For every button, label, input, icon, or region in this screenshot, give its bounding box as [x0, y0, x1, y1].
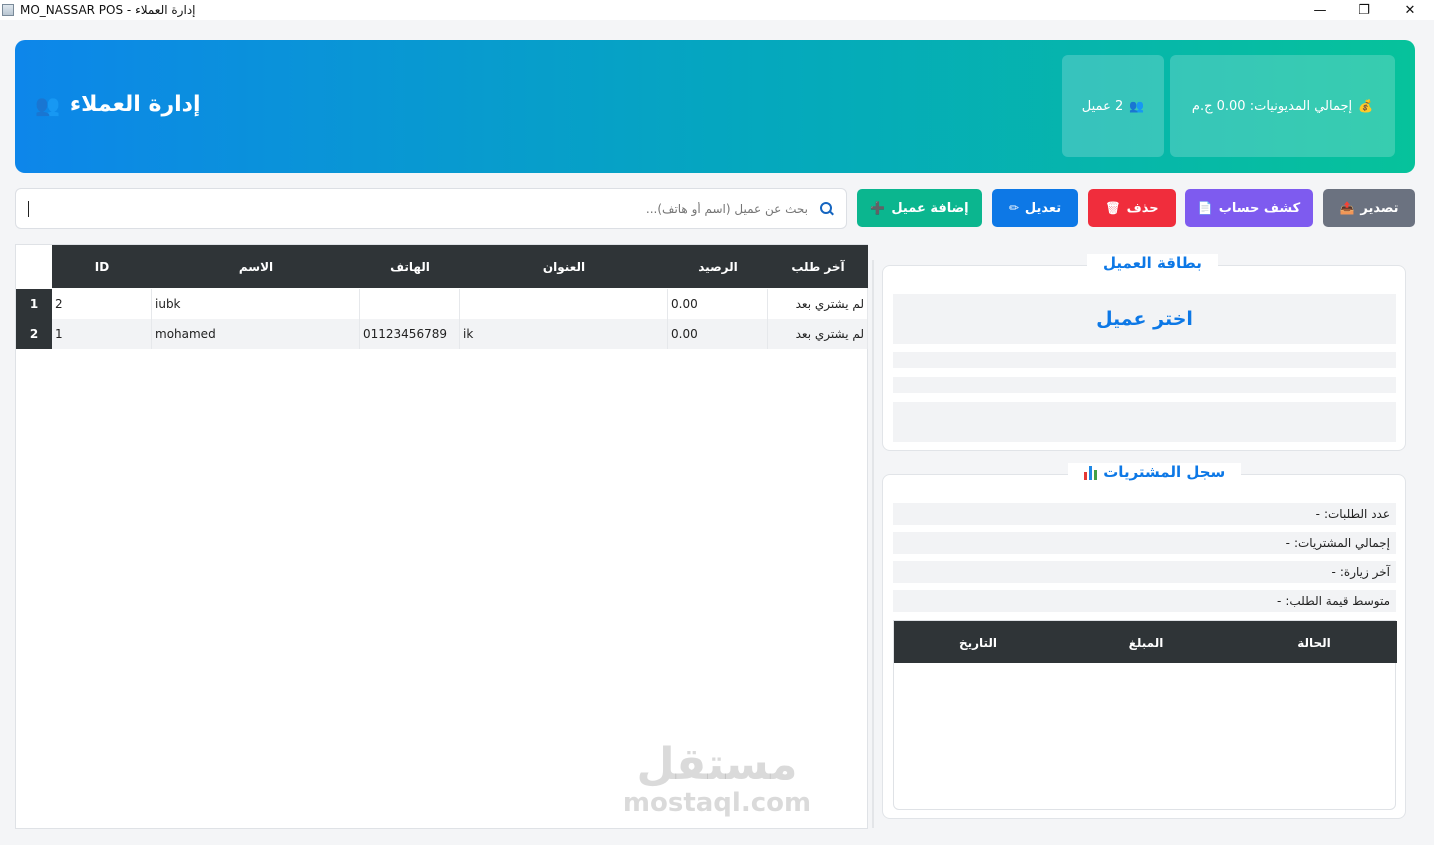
trash-icon: 🗑: [1105, 201, 1121, 215]
column-header-status[interactable]: الحالة: [1230, 621, 1398, 664]
last-visit-line: آخر زيارة: -: [893, 561, 1396, 583]
column-header-address[interactable]: العنوان: [460, 245, 668, 288]
edit-label: تعديل: [1024, 200, 1062, 216]
column-header-amount[interactable]: المبلغ: [1062, 621, 1230, 664]
outbox-icon: 📤: [1339, 201, 1355, 215]
money-bag-icon: 💰: [1358, 99, 1374, 113]
stat-value: -: [1285, 536, 1290, 550]
watermark-arabic: مستقل: [636, 739, 798, 790]
watermark-english: mostaql.com: [622, 788, 812, 818]
users-icon: 👥: [35, 92, 60, 117]
column-header-balance[interactable]: الرصيد: [668, 245, 768, 288]
total-debt-label: إجمالي المديونيات: 0.00 ج.م: [1191, 98, 1353, 114]
row-number[interactable]: 1: [16, 289, 52, 319]
column-header-name[interactable]: الاسم: [152, 245, 360, 288]
cell-address: ik: [460, 319, 668, 349]
client-card-title: بطاقة العميل: [1087, 254, 1218, 272]
purchase-history-table[interactable]: التاريخ المبلغ الحالة: [893, 620, 1397, 810]
users-icon: 👥: [1129, 99, 1145, 113]
close-button[interactable]: ✕: [1388, 0, 1432, 20]
cell-name: mohamed: [152, 319, 360, 349]
app-icon: [2, 4, 14, 16]
bar-chart-icon: [1084, 465, 1098, 480]
cell-phone: [360, 289, 460, 319]
column-header-id[interactable]: ID: [52, 245, 152, 288]
column-header-phone[interactable]: الهاتف: [360, 245, 460, 288]
client-info-line: [893, 352, 1396, 368]
plus-icon: ➕: [870, 201, 886, 215]
cell-phone: 01123456789: [360, 319, 460, 349]
column-header-last-order[interactable]: آخر طلب: [768, 245, 868, 288]
window-titlebar: MO_NASSAR POS - إدارة العملاء — ❐ ✕: [0, 0, 1434, 20]
maximize-button[interactable]: ❐: [1342, 0, 1386, 20]
watermark: مستقل mostaql.com: [612, 739, 822, 819]
cell-id: 2: [52, 289, 152, 319]
page-header: 👥 إدارة العملاء 2 عميل 👥 إجمالي المديوني…: [15, 40, 1415, 173]
client-card: بطاقة العميل اختر عميل: [882, 254, 1406, 451]
edit-button[interactable]: ✏ تعديل: [992, 189, 1078, 227]
stat-value: -: [1331, 565, 1336, 579]
client-notes-box: [893, 402, 1396, 442]
table-row[interactable]: 2 iubk 0.00 لم يشتري بعد: [52, 289, 868, 319]
total-debt-badge: إجمالي المديونيات: 0.00 ج.م 💰: [1170, 55, 1395, 157]
stat-label: آخر زيارة:: [1339, 565, 1390, 579]
customer-count-label: 2 عميل: [1081, 98, 1124, 114]
stat-value: -: [1315, 507, 1320, 521]
client-info-line: [893, 377, 1396, 393]
history-table-header: التاريخ المبلغ الحالة: [894, 621, 1397, 663]
document-icon: 📄: [1197, 201, 1213, 215]
table-row[interactable]: 1 mohamed 01123456789 ik 0.00 لم يشتري ب…: [52, 319, 868, 349]
total-purchases-line: إجمالي المشتريات: -: [893, 532, 1396, 554]
cell-last-order: لم يشتري بعد: [768, 319, 868, 349]
table-header: ID الاسم الهاتف العنوان الرصيد آخر طلب: [52, 245, 868, 288]
cell-balance: 0.00: [668, 319, 768, 349]
column-header-date[interactable]: التاريخ: [894, 621, 1062, 664]
window-title: MO_NASSAR POS - إدارة العملاء: [20, 3, 196, 17]
avg-order-value-line: متوسط قيمة الطلب: -: [893, 590, 1396, 612]
cell-last-order: لم يشتري بعد: [768, 289, 868, 319]
cell-balance: 0.00: [668, 289, 768, 319]
search-bar[interactable]: [15, 188, 847, 229]
cell-id: 1: [52, 319, 152, 349]
table-corner: [16, 245, 52, 288]
cell-address: [460, 289, 668, 319]
export-button[interactable]: 📤 تصدير: [1323, 189, 1415, 227]
pencil-icon: ✏: [1008, 201, 1019, 215]
add-customer-button[interactable]: ➕ إضافة عميل: [857, 189, 982, 227]
orders-count-line: عدد الطلبات: -: [893, 503, 1396, 525]
page-title: إدارة العملاء: [69, 92, 201, 117]
stat-value: -: [1276, 594, 1282, 608]
account-statement-button[interactable]: 📄 كشف حساب: [1185, 189, 1313, 227]
cell-name: iubk: [152, 289, 360, 319]
delete-button[interactable]: 🗑 حذف: [1088, 189, 1176, 227]
search-input[interactable]: [28, 197, 808, 221]
delete-label: حذف: [1126, 200, 1159, 216]
search-icon: [820, 202, 832, 214]
account-statement-label: كشف حساب: [1218, 200, 1301, 216]
add-customer-label: إضافة عميل: [891, 200, 969, 216]
customer-count-badge: 2 عميل 👥: [1062, 55, 1164, 157]
stat-label: إجمالي المشتريات:: [1293, 536, 1390, 550]
stat-label: متوسط قيمة الطلب:: [1285, 594, 1390, 608]
panel-splitter[interactable]: [872, 260, 874, 828]
export-label: تصدير: [1360, 200, 1399, 216]
minimize-button[interactable]: —: [1298, 0, 1342, 20]
stat-label: عدد الطلبات:: [1323, 507, 1390, 521]
client-name-placeholder: اختر عميل: [893, 294, 1396, 344]
purchase-history-title: سجل المشتريات: [1068, 463, 1242, 481]
purchase-history-card: سجل المشتريات عدد الطلبات: - إجمالي المش…: [882, 463, 1406, 819]
page-title-group: 👥 إدارة العملاء: [35, 92, 201, 117]
purchase-history-label: سجل المشتريات: [1103, 463, 1226, 481]
row-number[interactable]: 2: [16, 319, 52, 349]
